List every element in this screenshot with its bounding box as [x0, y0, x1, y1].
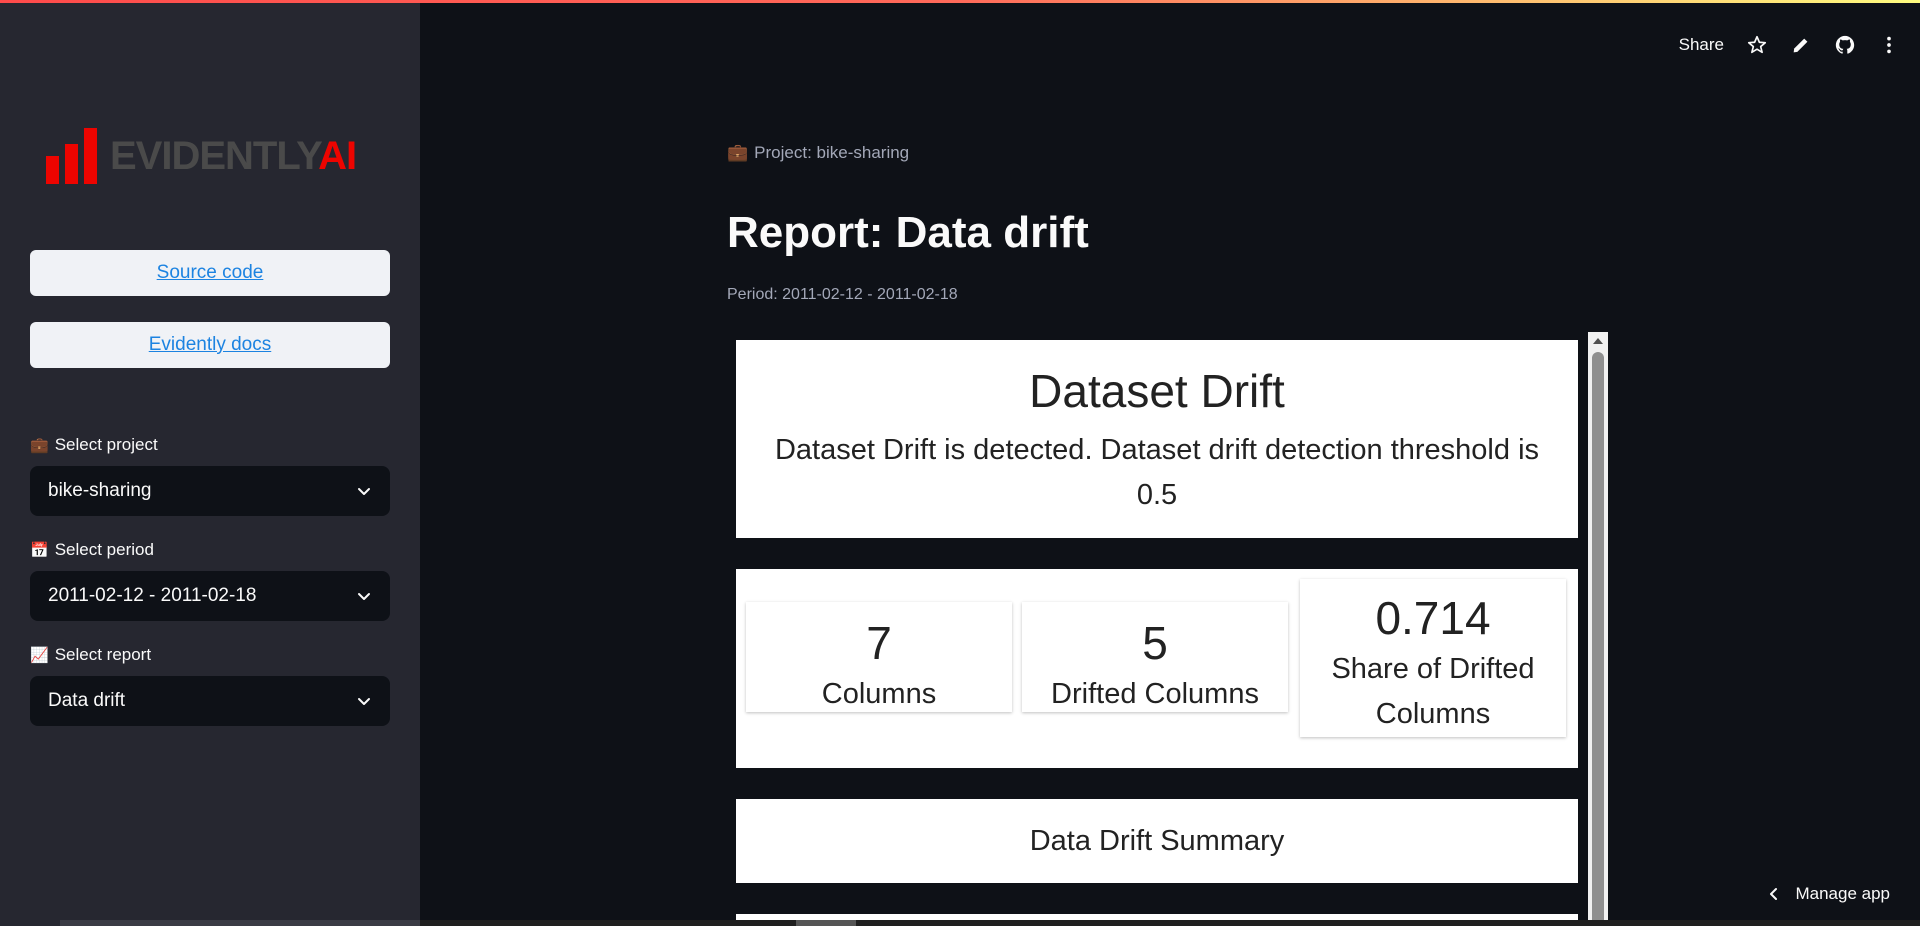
evidently-logo: EVIDENTLYAI: [46, 126, 366, 186]
project-select-value: bike-sharing: [48, 480, 152, 501]
chevron-down-icon: [358, 593, 370, 600]
select-project-label-text: Select project: [54, 435, 158, 454]
report-select-value: Data drift: [48, 690, 126, 711]
horizontal-scrollbar[interactable]: [420, 920, 1920, 926]
period-select[interactable]: 2011-02-12 - 2011-02-18: [30, 571, 390, 621]
chevron-down-icon: [358, 488, 370, 495]
source-code-link[interactable]: Source code: [30, 250, 390, 296]
header-actions: Share: [1679, 30, 1900, 60]
period-caption: Period: 2011-02-12 - 2011-02-18: [727, 286, 958, 303]
report-iframe: Dataset Drift Dataset Drift is detected.…: [736, 332, 1608, 926]
scrollbar-thumb[interactable]: [1592, 352, 1604, 926]
scroll-up-arrow-icon[interactable]: [1593, 338, 1603, 344]
calendar-icon: 📅: [30, 542, 49, 559]
evidently-docs-link[interactable]: Evidently docs: [30, 322, 390, 368]
metric-drifted-columns: 5 Drifted Columns: [1022, 602, 1288, 712]
logo-text: EVIDENTLYAI: [110, 133, 357, 179]
star-icon[interactable]: [1746, 34, 1768, 56]
metric-label: Share of Drifted Columns: [1331, 653, 1535, 730]
metric-value: 7: [866, 617, 892, 669]
more-vertical-icon[interactable]: [1878, 34, 1900, 56]
logo-word: EVIDENTLY: [110, 133, 319, 178]
data-drift-summary-title: Data Drift Summary: [1029, 824, 1285, 857]
dataset-drift-title: Dataset Drift: [1029, 365, 1285, 417]
report-select[interactable]: Data drift: [30, 676, 390, 726]
metric-value: 0.714: [1375, 592, 1491, 644]
dataset-drift-card: Dataset Drift Dataset Drift is detected.…: [736, 340, 1578, 538]
sidebar-scrollbar[interactable]: [60, 920, 420, 926]
briefcase-icon: 💼: [30, 437, 49, 454]
report-scrollbar[interactable]: [1588, 332, 1608, 926]
metric-label: Drifted Columns: [1051, 678, 1259, 710]
briefcase-icon: 💼: [727, 143, 749, 162]
metric-value: 5: [1142, 617, 1168, 669]
select-report-label-text: Select report: [54, 645, 152, 664]
project-caption: 💼 Project: bike-sharing: [727, 143, 909, 163]
project-select[interactable]: bike-sharing: [30, 466, 390, 516]
logo-bars-icon: [46, 128, 97, 184]
select-report-label: 📈 Select report: [30, 645, 151, 665]
manage-app-label: Manage app: [1795, 884, 1890, 903]
period-select-value: 2011-02-12 - 2011-02-18: [48, 585, 257, 606]
pencil-icon[interactable]: [1790, 34, 1812, 56]
select-period-label-text: Select period: [54, 540, 154, 559]
sidebar: EVIDENTLYAI Source code Evidently docs 💼…: [0, 0, 420, 926]
metric-columns: 7 Columns: [746, 602, 1012, 712]
top-accent-bar: [0, 0, 1920, 3]
share-button[interactable]: Share: [1679, 35, 1724, 55]
dataset-drift-text: Dataset Drift is detected. Dataset drift…: [774, 434, 1540, 511]
chevron-down-icon: [358, 698, 370, 705]
chart-icon: 📈: [30, 647, 49, 664]
chevron-left-icon: [1770, 888, 1778, 900]
github-icon[interactable]: [1834, 34, 1856, 56]
logo-accent: AI: [318, 133, 357, 178]
manage-app-button[interactable]: Manage app: [1767, 880, 1890, 908]
metric-label: Columns: [821, 678, 937, 710]
metrics-card: 7 Columns 5 Drifted Columns 0.714 Share …: [736, 569, 1578, 768]
data-drift-summary-card: Data Drift Summary: [736, 799, 1578, 883]
horizontal-scrollbar-thumb[interactable]: [796, 920, 856, 926]
metric-share-drifted: 0.714 Share of Drifted Columns: [1300, 579, 1566, 737]
project-caption-text: Project: bike-sharing: [754, 143, 910, 162]
page-title: Report: Data drift: [727, 208, 1089, 257]
select-project-label: 💼 Select project: [30, 435, 158, 455]
select-period-label: 📅 Select period: [30, 540, 154, 560]
